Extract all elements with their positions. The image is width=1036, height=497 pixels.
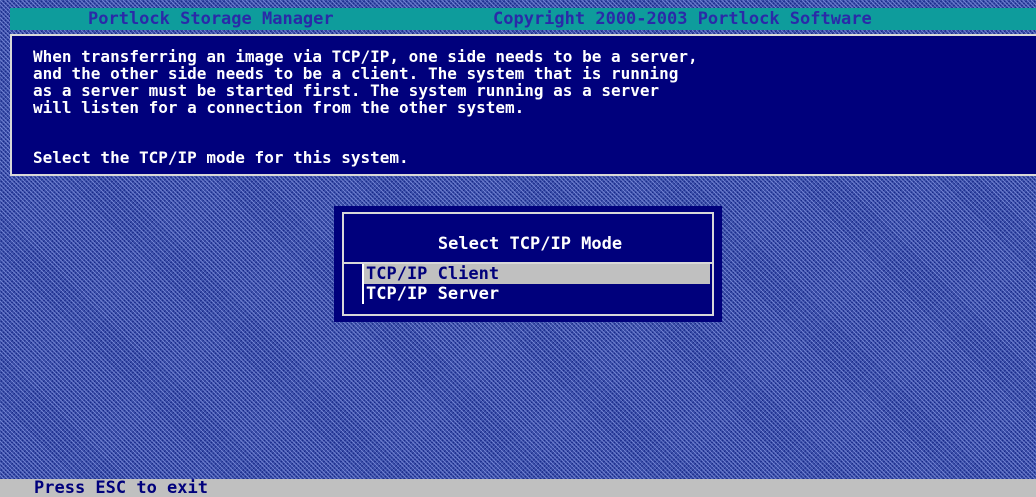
title-bar: Portlock Storage Manager Copyright 2000-… [10, 8, 1036, 30]
menu-bar-marker [362, 284, 364, 304]
menu-option-label: TCP/IP Client [366, 264, 500, 284]
status-hint: Press ESC to exit [34, 478, 208, 497]
menu-option-tcpip-client[interactable]: TCP/IP Client [362, 264, 710, 284]
menu-option-tcpip-server[interactable]: TCP/IP Server [362, 284, 710, 304]
info-panel: When transferring an image via TCP/IP, o… [10, 34, 1036, 176]
dialog-title: Select TCP/IP Mode [437, 234, 623, 254]
desktop-background: Portlock Storage Manager Copyright 2000-… [0, 0, 1036, 497]
info-line: will listen for a connection from the ot… [33, 98, 525, 117]
app-title: Portlock Storage Manager [88, 9, 334, 29]
menu-option-label: TCP/IP Server [366, 284, 500, 304]
status-bar: Press ESC to exit [0, 479, 1036, 497]
info-line: as a server must be started first. The s… [33, 81, 660, 100]
menu-bar-marker [362, 264, 364, 284]
info-line: and the other side needs to be a client.… [33, 64, 679, 83]
copyright-notice: Copyright 2000-2003 Portlock Software [493, 9, 872, 29]
info-prompt: Select the TCP/IP mode for this system. [33, 148, 409, 167]
info-line: When transferring an image via TCP/IP, o… [33, 47, 698, 66]
